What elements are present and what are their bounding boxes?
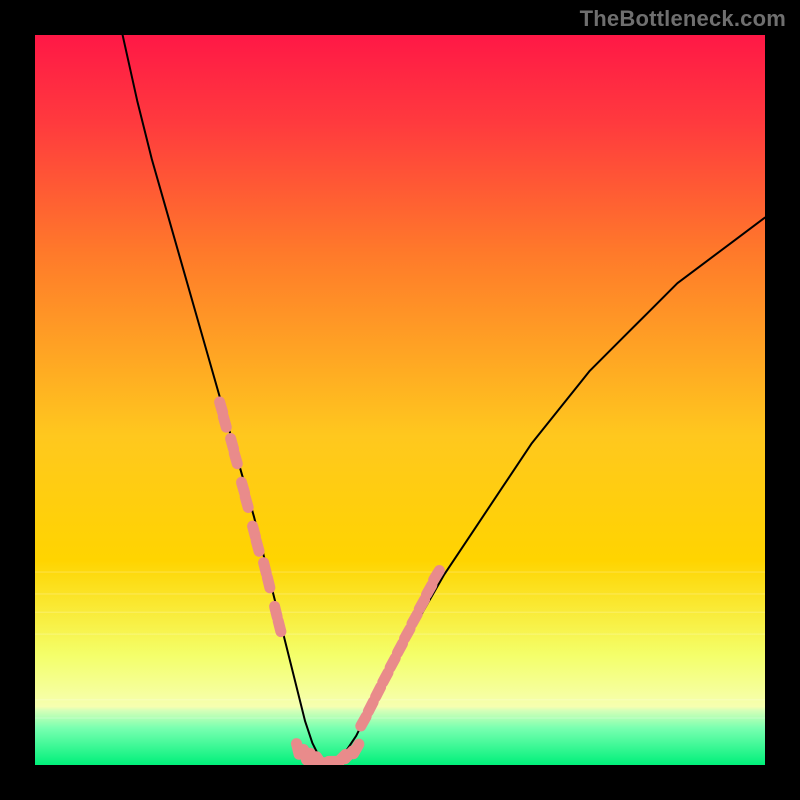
band-line [35,593,765,594]
data-marker [419,600,424,610]
data-marker [390,658,395,668]
data-marker [412,614,417,624]
data-marker [278,621,281,632]
data-marker [264,563,267,574]
data-marker [245,497,248,508]
data-marker [368,702,373,712]
watermark-text: TheBottleneck.com [580,6,786,32]
data-marker [354,744,359,754]
data-marker [397,643,402,653]
chart-svg [35,35,765,765]
data-marker [434,571,440,580]
data-marker [376,687,381,697]
band-line [35,718,765,719]
band-line [35,612,765,613]
band-line [35,634,765,635]
data-marker [275,606,278,617]
chart-plot-area [35,35,765,765]
data-marker [267,577,270,588]
data-marker [223,417,226,428]
data-marker [256,541,259,552]
data-marker [361,716,366,726]
data-marker [427,585,432,595]
data-marker [383,673,388,683]
data-marker [242,482,245,493]
band-line [35,699,765,700]
data-marker [220,402,223,413]
chart-frame: TheBottleneck.com [0,0,800,800]
band-line [35,572,765,573]
data-marker [405,629,410,639]
data-marker [231,439,234,450]
data-marker [234,453,237,464]
data-marker [253,526,256,537]
